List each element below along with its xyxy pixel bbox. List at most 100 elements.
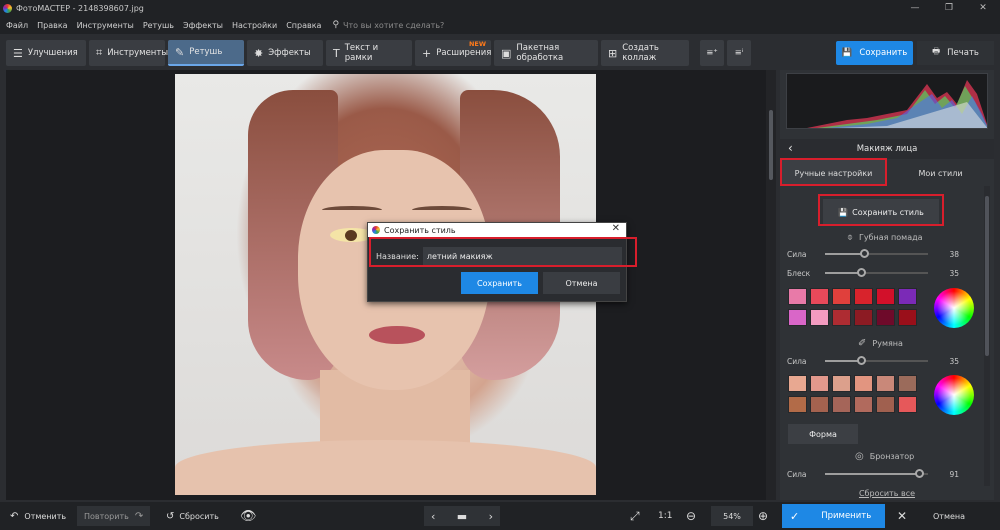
add-layer-button[interactable]: ≡⁺ <box>700 40 724 66</box>
menu-tools[interactable]: Инструменты <box>77 21 134 30</box>
cancel-x-icon[interactable]: ✕ <box>897 506 907 526</box>
tab-improvements[interactable]: ☰ Улучшения <box>6 40 86 66</box>
reset-label: Сбросить <box>179 511 219 521</box>
lipstick-strength-slider[interactable]: Сила 38 <box>787 248 967 260</box>
printer-icon: 🖶 <box>932 47 941 57</box>
color-swatch[interactable] <box>876 288 895 305</box>
bronzer-icon: ◎ <box>855 451 864 462</box>
tab-collage[interactable]: ⊞ Создать коллаж <box>601 40 689 66</box>
color-swatch[interactable] <box>898 288 917 305</box>
slider-track[interactable] <box>825 268 928 277</box>
app-window: ФотоМАСТЕР - 2148398607.jpg — ❐ ✕ Файл П… <box>0 0 1000 530</box>
print-button[interactable]: 🖶 Печать <box>917 41 994 65</box>
slider-track[interactable] <box>825 249 928 258</box>
color-swatch[interactable] <box>854 309 873 326</box>
tab-batch[interactable]: ▣ Пакетная обработка <box>494 40 598 66</box>
dialog-cancel-button[interactable]: Отмена <box>543 272 620 294</box>
color-swatch[interactable] <box>876 396 895 413</box>
menu-settings[interactable]: Настройки <box>232 21 277 30</box>
slider-track[interactable] <box>825 356 928 365</box>
tab-text-frames[interactable]: T Текст и рамки <box>326 40 412 66</box>
zoom-in-icon[interactable]: ⊕ <box>758 506 768 526</box>
blush-title-text: Румяна <box>872 339 903 348</box>
layer-info-button[interactable]: ≡ⁱ <box>727 40 751 66</box>
photo-shoulders <box>175 440 596 495</box>
color-swatch[interactable] <box>854 375 873 392</box>
color-swatch[interactable] <box>832 288 851 305</box>
dialog-close-icon[interactable]: ✕ <box>612 223 620 234</box>
color-swatch[interactable] <box>788 288 807 305</box>
color-swatch[interactable] <box>810 396 829 413</box>
ratio-button[interactable]: 1:1 <box>658 506 672 526</box>
minimize-icon[interactable]: — <box>898 0 932 16</box>
color-swatch[interactable] <box>810 309 829 326</box>
cancel-button[interactable]: Отмена <box>933 506 965 526</box>
maximize-icon[interactable]: ❐ <box>932 0 966 16</box>
canvas-scrollbar[interactable] <box>766 70 776 500</box>
tab-my-styles[interactable]: Мои стили <box>887 160 994 186</box>
color-swatch[interactable] <box>832 309 851 326</box>
apply-label: Применить <box>821 511 872 521</box>
color-swatch[interactable] <box>854 396 873 413</box>
blush-title: ✐ Румяна <box>858 338 903 349</box>
search-field[interactable]: ⚲ Что вы хотите сделать? <box>332 20 444 30</box>
bronzer-title-text: Бронзатор <box>869 452 915 461</box>
shape-button[interactable]: Форма <box>788 424 858 444</box>
color-swatch[interactable] <box>898 309 917 326</box>
folder-icon[interactable]: ▬ <box>457 510 467 523</box>
preview-eye-icon[interactable]: 👁 <box>240 506 257 526</box>
slider-knob[interactable] <box>860 249 870 258</box>
color-swatch[interactable] <box>832 375 851 392</box>
next-arrow-icon[interactable]: › <box>489 510 493 523</box>
color-swatch[interactable] <box>810 288 829 305</box>
menu-file[interactable]: Файл <box>6 21 28 30</box>
text-icon: T <box>333 46 340 60</box>
menu-effects[interactable]: Эффекты <box>183 21 223 30</box>
panel-scrollbar[interactable] <box>984 186 990 486</box>
color-swatch[interactable] <box>876 375 895 392</box>
zoom-out-icon[interactable]: ⊖ <box>686 506 696 526</box>
bronzer-strength-slider[interactable]: Сила 91 <box>787 468 967 480</box>
undo-button[interactable]: ↶ Отменить <box>10 506 66 526</box>
color-swatch[interactable] <box>898 375 917 392</box>
color-swatch[interactable] <box>876 309 895 326</box>
menu-edit[interactable]: Правка <box>37 21 67 30</box>
close-icon[interactable]: ✕ <box>966 0 1000 16</box>
prev-arrow-icon[interactable]: ‹ <box>431 510 435 523</box>
slider-value: 35 <box>949 356 959 366</box>
slider-knob[interactable] <box>857 268 867 277</box>
color-swatch[interactable] <box>898 396 917 413</box>
fit-screen-icon[interactable]: ⤢ <box>630 506 640 526</box>
shape-button-label: Форма <box>809 429 837 439</box>
color-swatch[interactable] <box>788 375 807 392</box>
slider-track[interactable] <box>825 469 928 478</box>
slider-knob[interactable] <box>857 356 867 365</box>
color-swatch[interactable] <box>854 288 873 305</box>
redo-button[interactable]: Повторить ↷ <box>77 506 151 526</box>
apply-button[interactable]: ✓ Применить <box>782 504 885 528</box>
slider-knob[interactable] <box>914 469 924 478</box>
color-swatch[interactable] <box>832 396 851 413</box>
color-swatch[interactable] <box>810 375 829 392</box>
menu-retouch[interactable]: Ретушь <box>143 21 174 30</box>
tab-label: Эффекты <box>268 48 311 58</box>
zoom-field[interactable]: 54% <box>711 506 753 526</box>
bronzer-title: ◎ Бронзатор <box>855 451 914 462</box>
tab-tools[interactable]: ⌗ Инструменты <box>89 40 168 66</box>
color-swatch[interactable] <box>788 309 807 326</box>
reset-button[interactable]: ↺ Сбросить <box>166 506 219 526</box>
menu-help[interactable]: Справка <box>286 21 321 30</box>
tab-effects[interactable]: ✸ Эффекты <box>247 40 323 66</box>
sparkle-icon: ✸ <box>254 46 264 60</box>
dialog-save-button[interactable]: Сохранить <box>461 272 538 294</box>
save-button[interactable]: 💾 Сохранить <box>836 41 913 65</box>
lipstick-color-wheel[interactable] <box>934 288 974 328</box>
tab-extensions[interactable]: + Расширения NEW <box>415 40 491 66</box>
color-swatch[interactable] <box>788 396 807 413</box>
lipstick-gloss-slider[interactable]: Блеск 35 <box>787 267 967 279</box>
blush-color-wheel[interactable] <box>934 375 974 415</box>
reset-all-link[interactable]: Сбросить все <box>780 489 994 498</box>
tab-retouch[interactable]: ✎ Ретушь <box>168 40 244 66</box>
blush-strength-slider[interactable]: Сила 35 <box>787 355 967 367</box>
back-chevron-icon[interactable]: ‹ <box>788 141 793 155</box>
